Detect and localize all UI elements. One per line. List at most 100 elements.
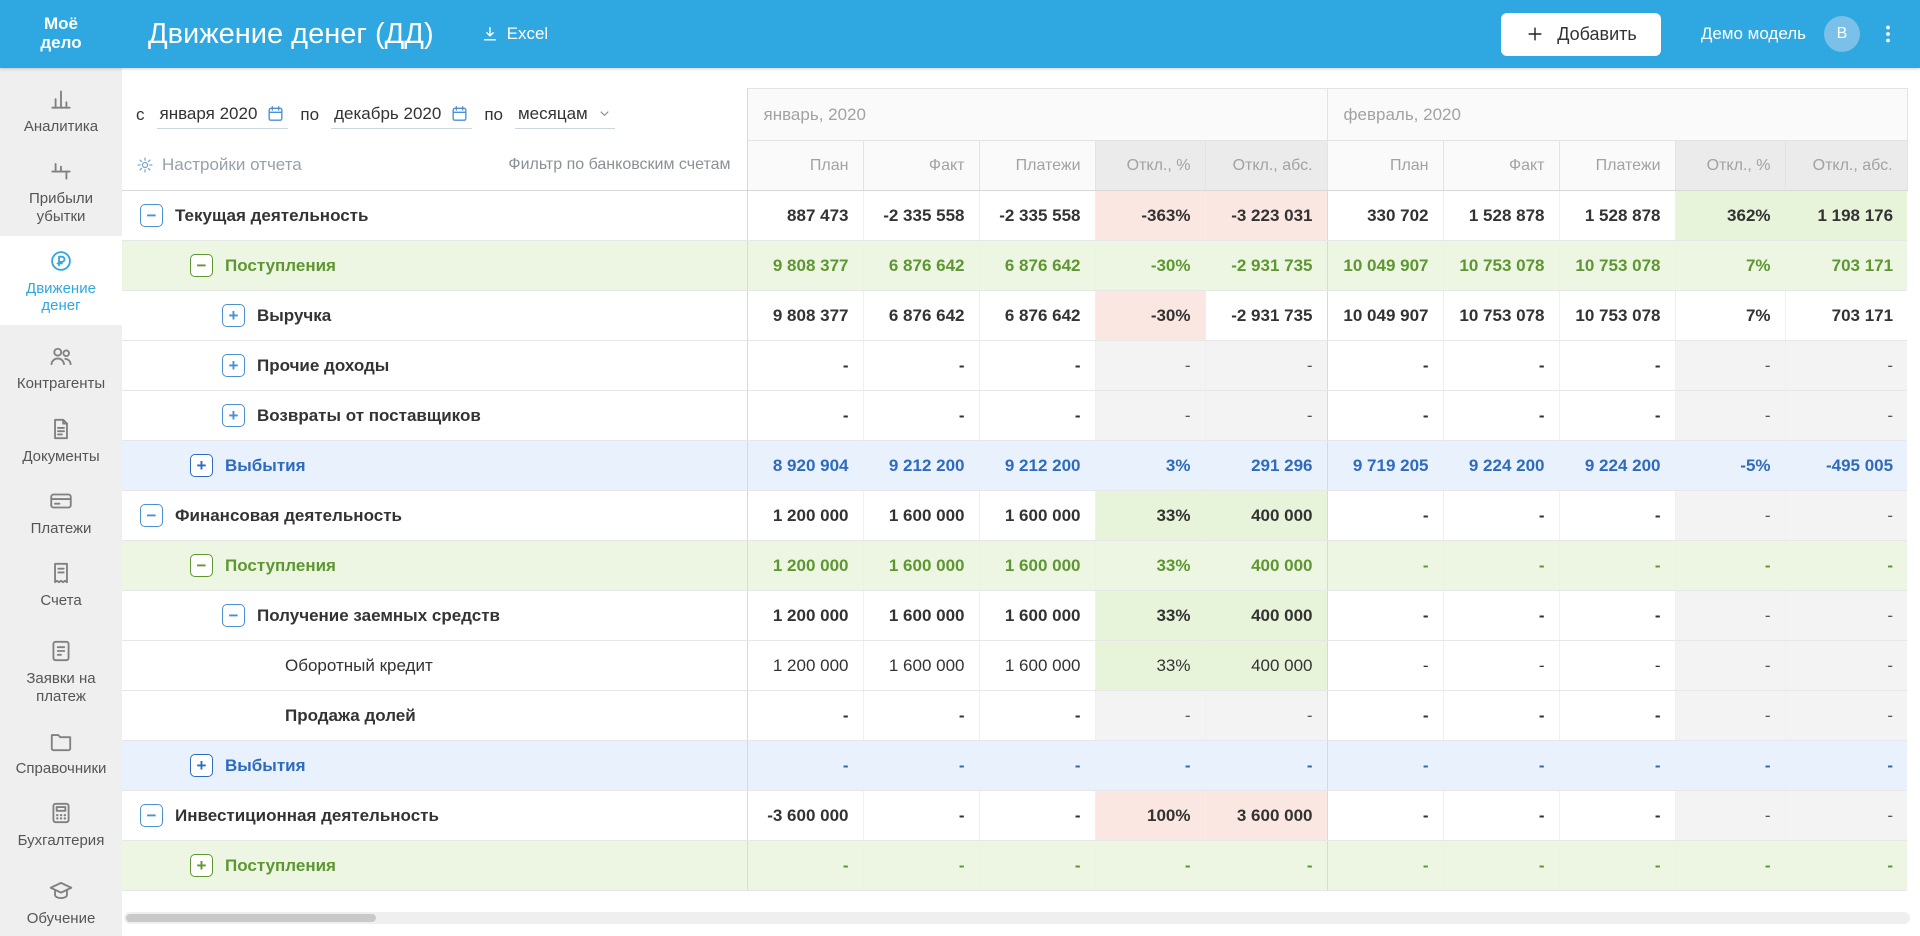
value-cell: 1 528 878 bbox=[1559, 191, 1675, 241]
download-icon bbox=[480, 24, 500, 44]
add-button[interactable]: Добавить bbox=[1501, 13, 1661, 56]
sidebar-item-invoices[interactable]: Счета bbox=[0, 548, 122, 620]
scrollbar-thumb[interactable] bbox=[126, 914, 376, 922]
row-label: Выручка bbox=[257, 306, 331, 326]
user-menu[interactable]: Демо модель bbox=[1701, 24, 1806, 44]
value-cell: 1 200 000 bbox=[747, 591, 863, 641]
payment-request-icon bbox=[48, 638, 74, 664]
value-cell: - bbox=[1785, 341, 1907, 391]
value-cell: - bbox=[1559, 341, 1675, 391]
sidebar-item-payments[interactable]: Платежи bbox=[0, 476, 122, 548]
column-header: Откл., абс. bbox=[1785, 141, 1907, 191]
gear-icon bbox=[136, 156, 154, 174]
collapse-icon[interactable]: − bbox=[190, 554, 213, 577]
period-group-value: месяцам bbox=[518, 104, 588, 124]
app-logo[interactable]: Моё дело bbox=[0, 15, 122, 52]
value-cell: -2 931 735 bbox=[1205, 291, 1327, 341]
expand-icon[interactable]: + bbox=[190, 454, 213, 477]
value-cell: - bbox=[747, 741, 863, 791]
report-settings-button[interactable]: Настройки отчета bbox=[136, 155, 302, 175]
period-filter: с января 2020 по декабрь 2020 по bbox=[122, 101, 747, 129]
value-cell: - bbox=[1205, 341, 1327, 391]
value-cell: 9 224 200 bbox=[1443, 441, 1559, 491]
value-cell: -2 335 558 bbox=[979, 191, 1095, 241]
to-label: по bbox=[300, 105, 319, 125]
row-label-cell: + Выбытия bbox=[122, 741, 747, 791]
calendar-icon[interactable] bbox=[450, 104, 469, 123]
value-cell: - bbox=[1327, 741, 1443, 791]
sidebar-item-payment-requests[interactable]: Заявки на платеж bbox=[0, 626, 122, 716]
value-cell: 9 808 377 bbox=[747, 291, 863, 341]
table-row: +Поступления---------- bbox=[122, 841, 1907, 891]
expand-icon[interactable]: + bbox=[190, 754, 213, 777]
row-label: Инвестиционная деятельность bbox=[175, 806, 439, 826]
expand-icon[interactable]: + bbox=[222, 304, 245, 327]
report-settings-label: Настройки отчета bbox=[162, 155, 302, 175]
table-row: −Инвестиционная деятельность-3 600 000--… bbox=[122, 791, 1907, 841]
sidebar-item-documents[interactable]: Документы bbox=[0, 404, 122, 476]
chevron-down-icon bbox=[597, 106, 612, 121]
expand-icon[interactable]: + bbox=[222, 404, 245, 427]
sidebar-item-partners[interactable]: Контрагенты bbox=[0, 331, 122, 403]
column-header-row: Настройки отчета Фильтр по банковским сч… bbox=[122, 141, 1907, 191]
collapse-icon[interactable]: − bbox=[140, 204, 163, 227]
calendar-icon[interactable] bbox=[266, 104, 285, 123]
row-label-cell: +Поступления bbox=[122, 841, 747, 891]
value-cell: - bbox=[863, 841, 979, 891]
period-filter-area: с января 2020 по декабрь 2020 по bbox=[122, 89, 747, 141]
sidebar-item-label: Прибыли убытки bbox=[5, 190, 117, 225]
value-cell: -30% bbox=[1095, 291, 1205, 341]
value-cell: - bbox=[1559, 541, 1675, 591]
avatar[interactable]: В bbox=[1824, 16, 1860, 52]
main-content: с января 2020 по декабрь 2020 по bbox=[122, 68, 1920, 936]
sidebar-item-directories[interactable]: Справочники bbox=[0, 716, 122, 788]
value-cell: 9 212 200 bbox=[863, 441, 979, 491]
row-label-cell: −Поступления bbox=[122, 241, 747, 291]
sidebar-item-label: Счета bbox=[5, 592, 117, 609]
value-cell: 33% bbox=[1095, 491, 1205, 541]
value-cell: 1 200 000 bbox=[747, 491, 863, 541]
value-cell: - bbox=[1327, 791, 1443, 841]
value-cell: 9 224 200 bbox=[1559, 441, 1675, 491]
collapse-icon[interactable]: − bbox=[140, 504, 163, 527]
value-cell: 6 876 642 bbox=[979, 291, 1095, 341]
sidebar-item-accounting[interactable]: Бухгалтерия bbox=[0, 788, 122, 860]
value-cell: 33% bbox=[1095, 541, 1205, 591]
report-controls-area: Настройки отчета Фильтр по банковским сч… bbox=[122, 141, 747, 191]
value-cell: - bbox=[1327, 391, 1443, 441]
sidebar-item-profit-loss[interactable]: Прибыли убытки bbox=[0, 146, 122, 236]
date-to-input[interactable]: декабрь 2020 bbox=[331, 101, 472, 129]
sidebar-item-analytics[interactable]: Аналитика bbox=[0, 74, 122, 146]
value-cell: 6 876 642 bbox=[863, 291, 979, 341]
value-cell: - bbox=[1675, 791, 1785, 841]
value-cell: - bbox=[747, 391, 863, 441]
row-label-cell: +Выбытия bbox=[122, 441, 747, 491]
table-row: +Выручка9 808 3776 876 6426 876 642-30%-… bbox=[122, 291, 1907, 341]
excel-export-button[interactable]: Excel bbox=[480, 24, 549, 44]
value-cell: - bbox=[863, 341, 979, 391]
table-row: −Текущая деятельность887 473-2 335 558-2… bbox=[122, 191, 1907, 241]
value-cell: - bbox=[1785, 841, 1907, 891]
value-cell: - bbox=[979, 741, 1095, 791]
value-cell: - bbox=[1785, 491, 1907, 541]
value-cell: - bbox=[1559, 591, 1675, 641]
period-group-select[interactable]: месяцам bbox=[515, 101, 615, 129]
sidebar-item-education[interactable]: Обучение bbox=[0, 866, 122, 936]
value-cell: - bbox=[1559, 691, 1675, 741]
expand-icon[interactable]: + bbox=[190, 854, 213, 877]
date-from-input[interactable]: января 2020 bbox=[157, 101, 289, 129]
column-header: Факт bbox=[1443, 141, 1559, 191]
row-label: Выбытия bbox=[225, 756, 306, 776]
value-cell: 1 600 000 bbox=[863, 491, 979, 541]
collapse-icon[interactable]: − bbox=[222, 604, 245, 627]
logo-line2: дело bbox=[0, 34, 122, 53]
sidebar-item-label: Документы bbox=[5, 448, 117, 465]
expand-icon[interactable]: + bbox=[222, 354, 245, 377]
kebab-menu-icon[interactable] bbox=[1876, 22, 1900, 46]
column-header: Откл., абс. bbox=[1205, 141, 1327, 191]
accounting-icon bbox=[48, 800, 74, 826]
bank-accounts-filter[interactable]: Фильтр по банковским счетам bbox=[508, 156, 730, 174]
sidebar-item-cash-flow[interactable]: Движение денег bbox=[0, 236, 122, 326]
collapse-icon[interactable]: − bbox=[190, 254, 213, 277]
collapse-icon[interactable]: − bbox=[140, 804, 163, 827]
